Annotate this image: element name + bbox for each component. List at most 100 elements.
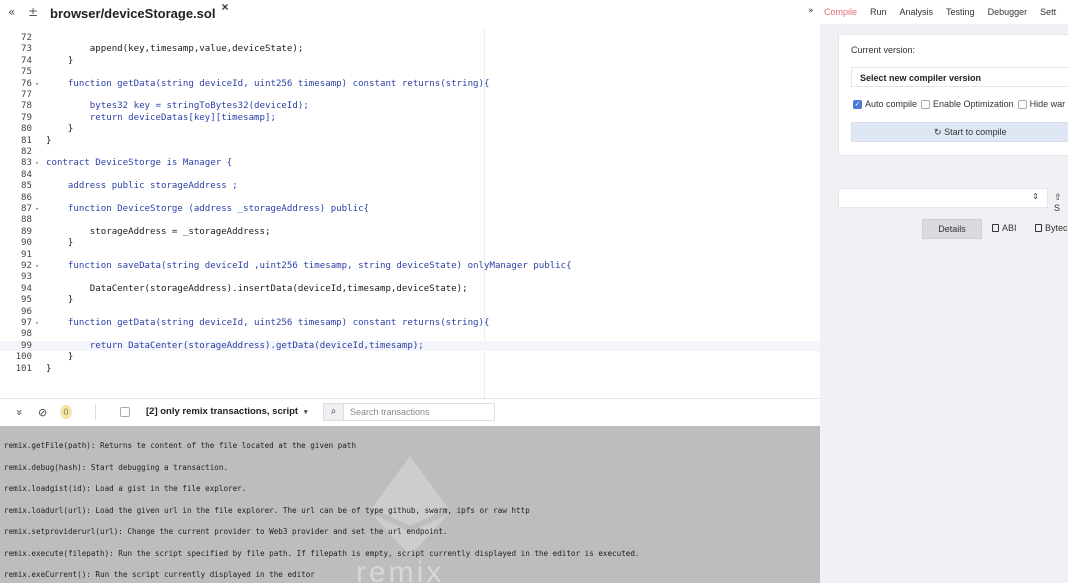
optimization-checkbox[interactable] xyxy=(921,99,931,109)
transaction-filter-label: [2] only remix transactions, script xyxy=(146,406,299,417)
search-icon[interactable]: ⌕ xyxy=(324,404,344,420)
fold-toggle-icon[interactable]: ▾ xyxy=(35,79,39,90)
remix-watermark: remix xyxy=(356,556,445,583)
copy-bytecode-button[interactable]: Bytec xyxy=(1035,223,1068,233)
fold-toggle-icon[interactable]: ▾ xyxy=(35,318,39,329)
auto-compile-checkbox[interactable]: ✓ xyxy=(853,99,862,109)
auto-compile-label: Auto compile xyxy=(865,99,918,109)
code-line[interactable]: 92 ▾ function saveData(string deviceId ,u… xyxy=(0,261,820,272)
code-line[interactable]: 96 xyxy=(0,307,820,318)
code-line[interactable]: 72 xyxy=(0,33,820,44)
code-line[interactable]: 82 xyxy=(0,147,820,158)
code-line[interactable]: 79 return deviceDatas[key][timesamp]; xyxy=(0,113,820,124)
select-arrows-icon: ⇕ xyxy=(1032,192,1039,201)
code-line[interactable]: 90 } xyxy=(0,238,820,249)
refresh-icon: ↻ xyxy=(934,127,942,137)
code-line[interactable]: 89 storageAddress = _storageAddress; xyxy=(0,227,820,238)
line-number: 83 xyxy=(21,158,32,169)
terminal-line: remix.loadgist(id): Load a gist in the f… xyxy=(4,484,247,493)
code-line[interactable]: 101} xyxy=(0,364,820,375)
listen-network-checkbox[interactable] xyxy=(120,407,130,417)
terminal-output: remix remix.getFile(path): Returns te co… xyxy=(0,426,820,583)
code-line[interactable]: 93 xyxy=(0,272,820,283)
code-line[interactable]: 77 xyxy=(0,90,820,101)
code-text: append(key,timesamp,value,deviceState); xyxy=(46,44,304,55)
tab-testing[interactable]: Testing xyxy=(946,7,975,17)
code-line[interactable]: 88 xyxy=(0,215,820,226)
code-line[interactable]: 73 append(key,timesamp,value,deviceState… xyxy=(0,44,820,55)
line-number: 96 xyxy=(21,306,32,317)
compiler-version-select[interactable]: Select new compiler version xyxy=(851,67,1068,87)
toggle-right-panel-icon[interactable]: » xyxy=(808,6,814,16)
code-line[interactable]: 86 xyxy=(0,193,820,204)
tab-compile[interactable]: Compile xyxy=(824,7,857,17)
tab-analysis[interactable]: Analysis xyxy=(900,7,934,17)
line-number: 78 xyxy=(21,101,32,112)
code-line[interactable]: 75 xyxy=(0,67,820,78)
tab-sett[interactable]: Sett xyxy=(1040,7,1056,17)
code-line[interactable]: 87 ▾ function DeviceStorge (address _stor… xyxy=(0,204,820,215)
code-text: function saveData(string deviceId ,uint2… xyxy=(46,261,572,271)
code-line[interactable]: 94 DataCenter(storageAddress).insertData… xyxy=(0,284,820,295)
terminal-line: remix.setproviderurl(url): Change the cu… xyxy=(4,527,448,536)
fold-toggle-icon[interactable]: ▾ xyxy=(35,158,39,169)
tab-run[interactable]: Run xyxy=(870,7,887,17)
copy-abi-button[interactable]: ABI xyxy=(992,223,1017,233)
transaction-filter-dropdown[interactable]: [2] only remix transactions, script ▾ xyxy=(140,403,314,421)
code-text: return DataCenter(storageAddress).getDat… xyxy=(46,340,424,351)
file-tab-title: browser/deviceStorage.sol xyxy=(50,5,216,21)
fold-toggle-icon[interactable]: ▾ xyxy=(35,261,39,272)
search-input[interactable] xyxy=(344,404,494,420)
start-compile-label: Start to compile xyxy=(944,127,1007,137)
code-text: } xyxy=(46,363,52,374)
code-line[interactable]: 91 xyxy=(0,250,820,261)
line-number: 95 xyxy=(21,295,32,306)
line-number: 99 xyxy=(21,340,32,351)
line-number: 98 xyxy=(21,329,32,340)
collapse-terminal-icon[interactable]: » xyxy=(13,409,26,416)
fold-toggle-icon[interactable]: ▾ xyxy=(35,204,39,215)
current-version-label: Current version: xyxy=(851,45,916,55)
code-line[interactable]: 84 xyxy=(0,170,820,181)
line-number: 84 xyxy=(21,169,32,180)
code-line[interactable]: 74 } xyxy=(0,56,820,67)
code-text: function getData(string deviceId, uint25… xyxy=(46,318,490,328)
line-number: 101 xyxy=(15,363,32,374)
file-tab[interactable]: browser/deviceStorage.sol × xyxy=(44,0,237,28)
hide-warnings-checkbox[interactable] xyxy=(1017,99,1027,109)
code-line[interactable]: 100 } xyxy=(0,352,820,363)
contract-select[interactable]: ⇕ xyxy=(838,188,1048,208)
code-editor[interactable]: 72 73 append(key,timesamp,value,deviceSta… xyxy=(0,28,820,398)
publish-swarm-button[interactable]: ⇧ S xyxy=(1054,192,1068,213)
clear-terminal-icon[interactable]: ⊘ xyxy=(38,406,47,419)
copy-bytecode-label: Bytec xyxy=(1045,223,1068,233)
line-number: 92 xyxy=(21,261,32,271)
code-line[interactable]: 95 } xyxy=(0,295,820,306)
code-line[interactable]: 97 ▾ function getData(string deviceId, ui… xyxy=(0,318,820,329)
new-file-icon[interactable]: ± xyxy=(28,5,38,19)
code-line[interactable]: 99 return DataCenter(storageAddress).get… xyxy=(0,340,820,352)
line-number: 85 xyxy=(21,181,32,192)
terminal-line: remix.exeCurrent(): Run the script curre… xyxy=(4,570,315,579)
code-line[interactable]: 78 bytes32 key = stringToBytes32(deviceI… xyxy=(0,101,820,112)
code-line[interactable]: 80 } xyxy=(0,124,820,135)
code-text: } xyxy=(46,124,74,135)
code-text: DataCenter(storageAddress).insertData(de… xyxy=(46,283,468,294)
code-line[interactable]: 76 ▾ function getData(string deviceId, ui… xyxy=(0,79,820,90)
start-compile-button[interactable]: ↻ Start to compile xyxy=(851,122,1068,142)
code-text: } xyxy=(46,135,52,146)
close-icon[interactable]: × xyxy=(221,0,228,14)
code-line[interactable]: 83 ▾ contract DeviceStorge is Manager { xyxy=(0,158,820,169)
scroll-tabs-left-icon[interactable]: « xyxy=(8,5,15,19)
code-text: } xyxy=(46,55,74,66)
code-line[interactable]: 98 xyxy=(0,329,820,340)
code-line[interactable]: 85 address public storageAddress ; xyxy=(0,181,820,192)
tab-debugger[interactable]: Debugger xyxy=(988,7,1028,17)
transaction-search: ⌕ xyxy=(323,403,495,421)
compiler-card: Current version: Select new compiler ver… xyxy=(838,34,1068,156)
line-number: 88 xyxy=(21,215,32,226)
details-button[interactable]: Details xyxy=(922,219,982,239)
line-number: 74 xyxy=(21,55,32,66)
code-text: } xyxy=(46,352,74,363)
code-line[interactable]: 81} xyxy=(0,136,820,147)
